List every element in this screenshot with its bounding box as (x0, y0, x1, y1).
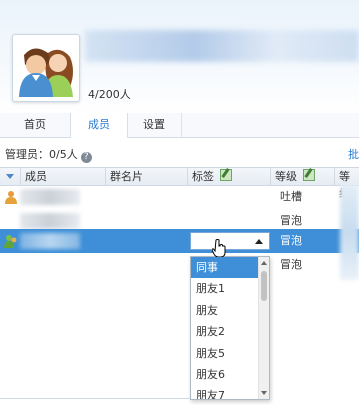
table-row[interactable]: 冒泡 (0, 253, 359, 277)
tag-option[interactable]: 朋友5 (191, 343, 262, 364)
tag-select[interactable] (190, 232, 270, 250)
scroll-up-icon[interactable] (261, 261, 267, 265)
col-level-2[interactable]: 等级 (334, 168, 359, 200)
tab-settings[interactable]: 设置 (127, 113, 182, 137)
batch-link[interactable]: 批 (348, 146, 359, 162)
tag-option[interactable]: 朋友6 (191, 364, 262, 385)
admin-count-label: 管理员：0/5人 (5, 148, 78, 161)
tab-members[interactable]: 成员 (70, 113, 128, 138)
hand-cursor-icon (212, 239, 226, 257)
member-name-blurred (20, 189, 80, 205)
member-name-blurred (20, 233, 80, 249)
caret-up-icon[interactable] (255, 239, 263, 244)
col-level-label: 等级 (275, 170, 297, 183)
sort-arrow-icon (6, 174, 14, 179)
tag-option[interactable]: 朋友2 (191, 321, 262, 342)
tag-option[interactable]: 朋友1 (191, 278, 262, 299)
scroll-thumb[interactable] (261, 271, 267, 301)
member-level: 冒泡 (280, 258, 302, 271)
couple-avatar-icon (19, 48, 73, 97)
edit-level-icon[interactable] (303, 169, 315, 181)
sort-toggle[interactable] (0, 168, 20, 185)
col-tag-label: 标签 (192, 170, 214, 183)
group-name-blurred (85, 30, 359, 62)
member-name-blurred (20, 213, 80, 229)
help-icon[interactable]: ? (80, 152, 92, 163)
col-group-card[interactable]: 群名片 (105, 168, 187, 185)
dropdown-scrollbar[interactable] (258, 257, 269, 399)
col-level[interactable]: 等级 (270, 168, 334, 185)
member-icon (4, 235, 17, 248)
tag-dropdown-list[interactable]: 同事 朋友1 朋友 朋友2 朋友5 朋友6 朋友7 (190, 256, 270, 400)
table-row[interactable]: 吐槽 (0, 185, 359, 209)
tag-option[interactable]: 朋友 (191, 300, 262, 321)
members-table-header: 成员 群名片 标签 等级 等级 (0, 167, 359, 200)
admin-count: 管理员：0/5人? (5, 146, 92, 163)
group-avatar[interactable] (12, 34, 80, 102)
divider (0, 398, 190, 399)
tag-option[interactable]: 朋友7 (191, 385, 262, 399)
column-blurred (340, 184, 359, 280)
scroll-down-icon[interactable] (261, 391, 267, 395)
member-level: 吐槽 (280, 190, 302, 203)
table-row-selected[interactable]: 冒泡 (0, 229, 359, 253)
col-member[interactable]: 成员 (20, 168, 105, 185)
col-tag[interactable]: 标签 (187, 168, 270, 185)
tab-bar: 首页 成员 设置 (0, 113, 359, 138)
tab-home[interactable]: 首页 (0, 113, 71, 137)
member-level: 冒泡 (280, 234, 302, 247)
edit-tag-icon[interactable] (220, 169, 232, 181)
tag-option[interactable]: 同事 (191, 257, 262, 279)
owner-icon (5, 191, 17, 204)
group-header: 4/200人 (0, 0, 359, 113)
member-count: 4/200人 (88, 88, 131, 101)
